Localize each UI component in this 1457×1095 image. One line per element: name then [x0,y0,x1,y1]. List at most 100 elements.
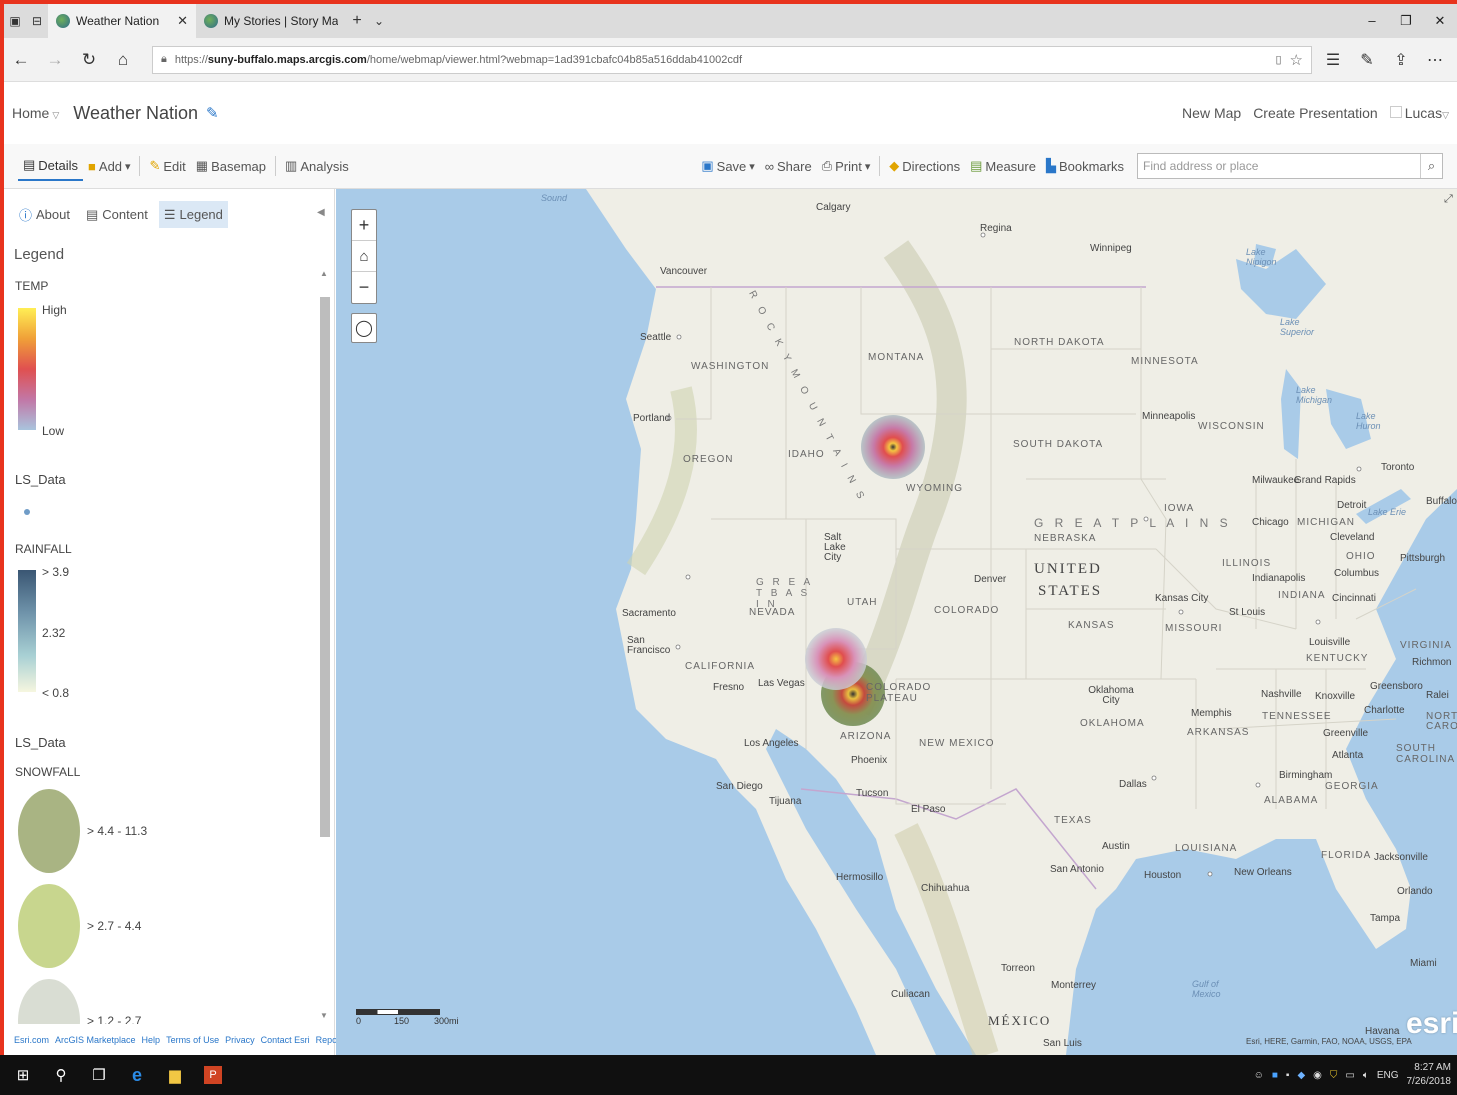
scroll-down-icon[interactable]: ▼ [320,1011,328,1020]
edit-pencil-icon[interactable]: ✎ [206,104,219,122]
scale-mid-label: 150 [394,1016,410,1026]
locate-button[interactable]: ◯ [351,313,377,343]
refresh-icon[interactable]: ↻ [72,50,106,70]
restore-icon[interactable]: ❐ [1389,13,1423,29]
map-view[interactable]: Calgary Regina Winnipeg Vancouver Seattl… [336,189,1457,1055]
zoom-in-button[interactable]: + [352,210,376,241]
map-label: Vancouver [660,266,708,277]
tab-legend[interactable]: ☰ Legend [158,201,228,228]
tab-content[interactable]: ▤ Content [81,201,153,228]
temp-hotspot-wyoming[interactable] [861,415,925,479]
legend-scrollbar[interactable]: ▲ ▼ [319,269,331,1024]
bookmarks-button[interactable]: ▙ Bookmarks [1041,151,1129,181]
home-icon[interactable]: ⌂ [106,50,140,70]
analysis-button[interactable]: ▥ Analysis [280,151,354,181]
language-indicator[interactable]: ENG [1377,1070,1399,1081]
print-button[interactable]: ⎙ Print ▾ [817,151,876,181]
tray-monitor-icon[interactable]: ▭ [1345,1070,1354,1081]
user-menu[interactable]: Lucas▽ [1389,105,1449,121]
rainfall-layer-title: RAINFALL [15,542,72,556]
privacy-link[interactable]: Privacy [225,1035,255,1045]
map-label: Chicago [1252,517,1289,528]
scale-max-label: 300mi [434,1016,459,1026]
share-button[interactable]: ∞ Share [760,151,817,181]
close-icon[interactable]: ✕ [177,13,188,29]
scroll-thumb[interactable] [320,297,330,837]
search-input[interactable] [1143,159,1413,173]
printer-icon: ⎙ [821,158,833,173]
map-label: STATES [1038,583,1103,599]
save-button[interactable]: ▣ Save ▾ [696,151,759,181]
temp-hotspot-nevada[interactable] [805,628,867,690]
create-presentation-link[interactable]: Create Presentation [1253,105,1378,121]
new-map-link[interactable]: New Map [1182,105,1241,121]
clock-date: 7/26/2018 [1406,1076,1452,1087]
esri-link[interactable]: Esri.com [14,1035,49,1045]
tray-dropbox-icon[interactable]: ◆ [1297,1070,1305,1081]
edit-button[interactable]: ✎ Edit [144,151,190,181]
collapse-panel-icon[interactable]: ◀ [317,207,325,218]
map-label: MINNESOTA [1131,356,1199,367]
temp-low-label: Low [42,424,65,438]
map-label: Tucson [856,788,889,799]
search-icon[interactable]: ⌕ [1420,154,1442,178]
taskbar-clock[interactable]: 8:27 AM 7/26/2018 [1407,1061,1452,1089]
forward-icon[interactable]: → [38,50,72,70]
people-icon[interactable]: ☺ [1254,1070,1264,1081]
favorites-hub-icon[interactable]: ☰ [1318,50,1348,70]
tab-weather-nation[interactable]: Weather Nation ✕ [48,4,196,38]
details-panel: ⓘ About ▤ Content ☰ Legend ◀ Legend TEMP Hi… [4,189,370,1055]
tray-shield-icon[interactable]: ⛉ [1330,1070,1338,1081]
tab-preview-icon[interactable]: ⊟ [26,4,48,38]
temp-layer-title: TEMP [15,279,49,293]
contact-link[interactable]: Contact Esri [261,1035,310,1045]
volume-icon[interactable]: 🔈︎ [1363,1070,1369,1081]
chevron-down-icon[interactable]: ⌄ [368,4,390,38]
expand-icon[interactable]: ⤢ [1444,193,1453,206]
marketplace-link[interactable]: ArcGIS Marketplace [55,1035,136,1045]
home-menu[interactable]: Home ▽ [12,105,59,121]
search-icon[interactable]: ⚲ [42,1066,80,1084]
zoom-out-button[interactable]: − [352,272,376,303]
tray-sync-icon[interactable]: ◉ [1313,1070,1322,1081]
tab-my-stories[interactable]: My Stories | Story Maps [196,4,346,38]
map-attribution: Esri, HERE, Garmin, FAO, NOAA, USGS, EPA [1246,1037,1412,1046]
file-explorer-icon[interactable]: ▆ [156,1066,194,1084]
new-tab-icon[interactable]: + [346,4,368,38]
details-button[interactable]: ▤ Details [18,151,84,181]
reading-view-icon[interactable]: ▯ [1275,53,1281,66]
more-icon[interactable]: ⋯ [1420,50,1450,70]
pen-icon[interactable]: ✎ [1352,50,1382,70]
tray-network-icon[interactable]: ▪ [1286,1070,1290,1081]
windows-start-icon[interactable]: ⊞ [4,1066,42,1084]
map-label: Tijuana [769,796,802,807]
map-label: OREGON [683,454,734,465]
basemap-button[interactable]: ▦ Basemap [191,151,271,181]
map-label: NEBRASKA [1034,533,1097,544]
minimize-icon[interactable]: – [1355,13,1389,29]
scroll-up-icon[interactable]: ▲ [320,269,328,278]
tray-app-icon[interactable]: ■ [1272,1070,1278,1081]
close-window-icon[interactable]: ✕ [1423,13,1457,29]
directions-button[interactable]: ◆ Directions [884,151,965,181]
url-field[interactable]: 🔒︎ https://suny-buffalo.maps.arcgis.com/… [152,45,1312,74]
help-link[interactable]: Help [142,1035,161,1045]
map-label: Kansas City [1155,593,1209,604]
task-view-icon[interactable]: ❐ [80,1066,118,1084]
share-icon[interactable]: ⇪ [1386,50,1416,70]
map-label: Atlanta [1332,750,1364,761]
tab-sets-icon[interactable]: ▣ [4,4,26,38]
back-icon[interactable]: ← [4,50,38,70]
favorite-star-icon[interactable]: ☆ [1290,51,1303,69]
map-label: Oklahoma City [1088,685,1134,706]
footer-links: Esri.com ArcGIS Marketplace Help Terms o… [14,1035,370,1045]
default-extent-button[interactable]: ⌂ [352,241,376,272]
add-button[interactable]: ■ Add ▾ [83,151,135,181]
caret-icon: ▾ [864,160,871,173]
tab-about[interactable]: ⓘ About [14,201,75,228]
measure-button[interactable]: ▤ Measure [965,151,1041,181]
terms-link[interactable]: Terms of Use [166,1035,219,1045]
edge-browser-icon[interactable]: e [118,1065,156,1086]
esri-logo[interactable]: esri [1406,1007,1457,1041]
powerpoint-icon[interactable]: P [204,1066,222,1084]
